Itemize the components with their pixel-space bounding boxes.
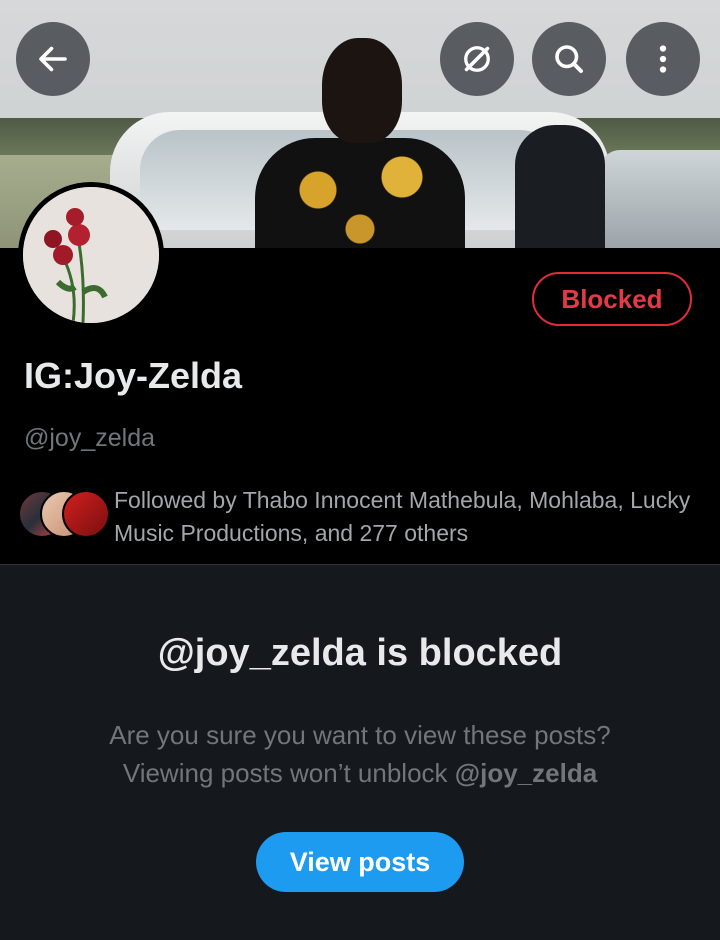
blocked-notice-line2: Viewing posts won’t unblock @joy_zelda [0, 754, 720, 792]
blocked-notice-title: @joy_zelda is blocked [157, 632, 563, 674]
banner-head [322, 38, 402, 143]
blocked-button[interactable]: Blocked [532, 272, 692, 326]
more-vertical-icon [659, 45, 667, 73]
blocked-notice-line2-text: Viewing posts won’t unblock [122, 758, 455, 788]
search-button[interactable] [532, 22, 606, 96]
avatar[interactable] [18, 182, 164, 328]
blocked-notice-message: Are you sure you want to view these post… [0, 716, 720, 792]
banner-background-person [515, 125, 605, 248]
blocked-notice-line1: Are you sure you want to view these post… [109, 720, 611, 750]
view-posts-button[interactable]: View posts [256, 832, 464, 892]
followed-by-text[interactable]: Followed by Thabo Innocent Mathebula, Mo… [114, 484, 694, 550]
arrow-left-icon [39, 46, 67, 72]
more-button[interactable] [626, 22, 700, 96]
blocked-notice-line2-handle: @joy_zelda [454, 758, 598, 788]
banner-person [255, 28, 465, 248]
back-button[interactable] [16, 22, 90, 96]
profile-display-name: IG:Joy-Zelda [24, 355, 243, 396]
divider [0, 564, 720, 565]
banner-shirt [255, 138, 465, 248]
grok-button[interactable] [440, 22, 514, 96]
follower-avatar-3 [62, 490, 110, 538]
followers-avatar-stack[interactable] [18, 490, 110, 538]
slashed-circle-icon [464, 46, 490, 72]
profile-handle: @joy_zelda [24, 424, 156, 452]
banner-car-door [600, 150, 720, 248]
roses-avatar-image [23, 187, 159, 323]
search-icon [555, 45, 583, 73]
